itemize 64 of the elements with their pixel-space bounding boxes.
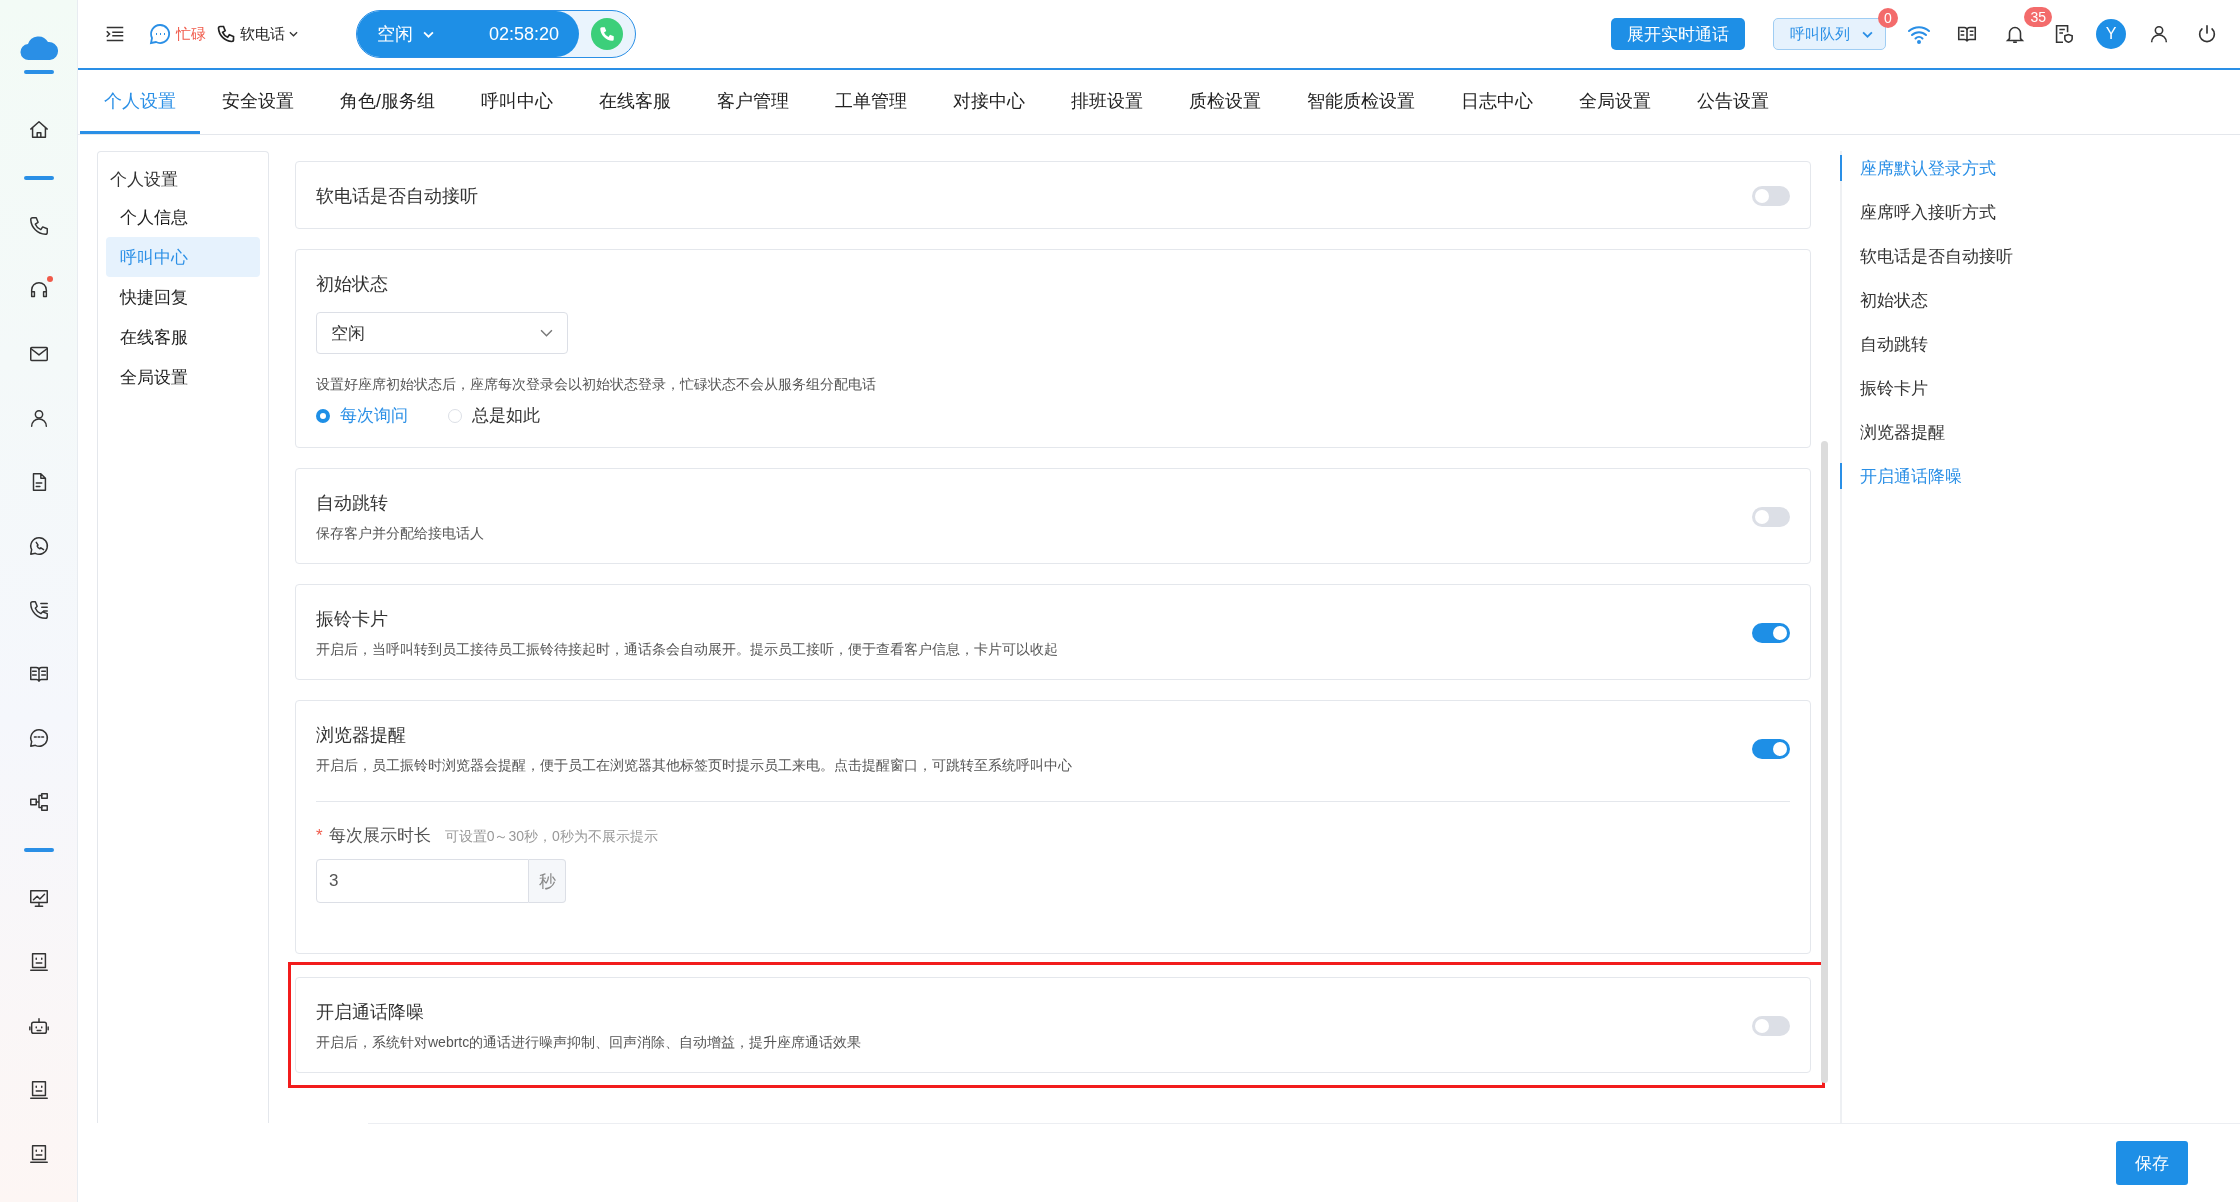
call-timer: 02:58:20 [488,23,559,45]
settings-tab[interactable]: 个人设置 [80,70,200,134]
anchor-link[interactable]: 振铃卡片 [1840,375,2240,401]
caret-icon [289,31,298,37]
toggle-switch[interactable] [1752,1016,1790,1036]
anchor-link[interactable]: 自动跳转 [1840,331,2240,357]
settings-tab[interactable]: 排班设置 [1047,70,1167,134]
sidebar-item[interactable]: 在线客服 [106,317,260,357]
caret-icon [1862,30,1873,38]
required-mark: * [316,826,323,846]
phone-icon [216,24,236,44]
setting-description: 开启后，当呼叫转到员工接待员工振铃待接起时，通话条会自动展开。提示员工接听，便于查看客户信息，卡片可以收起 [316,641,1058,659]
settings-tab[interactable]: 角色/服务组 [316,70,459,134]
notification-badge: 35 [2024,7,2052,27]
settings-tab[interactable]: 日志中心 [1437,70,1557,134]
settings-tab[interactable]: 对接中心 [929,70,1049,134]
status-select[interactable]: 空闲 [316,312,568,354]
settings-tab[interactable]: 工单管理 [811,70,931,134]
settings-tab[interactable]: 公告设置 [1673,70,1793,134]
chat-bubble-icon [148,22,172,46]
radio-option[interactable]: 总是如此 [448,404,540,427]
toggle-switch[interactable] [1752,507,1790,527]
settings-tab[interactable]: 在线客服 [575,70,695,134]
sidebar-item[interactable]: 全局设置 [106,357,260,397]
field-label: 每次展示时长 [328,825,431,847]
toggle-switch[interactable] [1752,623,1790,643]
scrollbar[interactable] [1821,441,1828,1083]
settings-tab[interactable]: 智能质检设置 [1283,70,1439,134]
setting-title: 初始状态 [316,273,389,296]
anchor-link[interactable]: 软电话是否自动接听 [1840,243,2240,269]
setting-title: 自动跳转 [316,492,389,515]
anchor-link[interactable]: 座席默认登录方式 [1840,155,2240,181]
caret-icon [423,30,434,38]
toggle-switch[interactable] [1752,186,1790,206]
cloud-logo-icon [18,36,59,62]
unit-label: 秒 [529,859,566,903]
anchor-link[interactable]: 开启通话降噪 [1840,463,2240,489]
setting-description: 设置好座席初始状态后，座席每次登录会以初始状态登录，忙碌状态不会从服务组分配电话 [316,376,877,394]
settings-tab[interactable]: 客户管理 [693,70,813,134]
duration-input[interactable]: 3 [316,859,529,903]
setting-description: 开启后，系统针对webrtc的通话进行噪声抑制、回声消除、自动增益，提升座席通话效果 [316,1034,862,1052]
settings-tab[interactable]: 安全设置 [198,70,318,134]
setting-title: 浏览器提醒 [316,724,407,747]
field-hint: 可设置0～30秒，0秒为不展示提示 [444,828,658,846]
setting-description: 保存客户并分配给接电话人 [316,525,484,543]
sidebar-item[interactable]: 个人信息 [106,197,260,237]
settings-tab[interactable]: 质检设置 [1165,70,1285,134]
sidebar-heading: 个人设置 [109,169,179,191]
agent-status-button[interactable]: 忙碌 [148,22,206,46]
setting-description: 开启后，员工振铃时浏览器会提醒，便于员工在浏览器其他标签页时提示员工来电。点击提醒窗口，可跳转至系统呼叫中心 [316,757,1072,775]
count-badge: 0 [1878,8,1898,28]
chevron-down-icon [540,329,553,337]
settings-tab[interactable]: 全局设置 [1555,70,1675,134]
softphone-dropdown[interactable]: 软电话 [216,24,298,44]
radio-option[interactable]: 每次询问 [316,404,408,427]
anchor-link[interactable]: 座席呼入接听方式 [1840,199,2240,225]
sidebar-item[interactable]: 快捷回复 [106,277,260,317]
settings-tab[interactable]: 呼叫中心 [457,70,577,134]
setting-title: 软电话是否自动接听 [316,185,478,208]
setting-title: 开启通话降噪 [316,1001,425,1024]
toggle-switch[interactable] [1752,739,1790,759]
anchor-link[interactable]: 初始状态 [1840,287,2240,313]
setting-title: 振铃卡片 [316,608,389,631]
anchor-link[interactable]: 浏览器提醒 [1840,419,2240,445]
